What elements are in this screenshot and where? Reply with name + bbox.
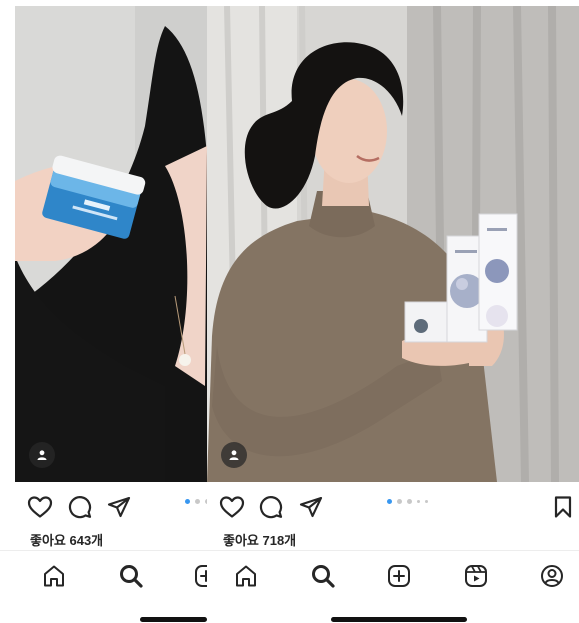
comment-button[interactable] [65, 492, 95, 522]
reels-icon [465, 565, 487, 587]
home-icon [44, 565, 64, 587]
like-button[interactable] [217, 492, 247, 522]
person-tag-icon [229, 450, 239, 460]
carousel-dot [185, 499, 190, 504]
post-left: 좋아요 643개 [0, 0, 207, 623]
carousel-dot [387, 499, 392, 504]
heart-icon [27, 496, 53, 518]
send-icon [299, 496, 323, 518]
nav-home[interactable] [231, 561, 261, 591]
post-photo[interactable] [207, 6, 579, 482]
nav-profile[interactable] [537, 561, 567, 591]
carousel-dot [397, 499, 402, 504]
bottom-nav [0, 550, 207, 601]
send-icon [107, 496, 131, 518]
home-indicator [140, 617, 207, 622]
like-count[interactable]: 좋아요 643개 [30, 530, 103, 549]
save-button[interactable] [548, 492, 578, 522]
tagged-people-button[interactable] [29, 442, 55, 468]
search-icon [312, 565, 335, 588]
post-right: 좋아요 718개 [207, 0, 579, 623]
tagged-people-button[interactable] [221, 442, 247, 468]
nav-reels[interactable] [461, 561, 491, 591]
like-button[interactable] [25, 492, 55, 522]
bottom-nav [207, 550, 579, 601]
search-icon [120, 565, 143, 588]
carousel-dot [195, 499, 200, 504]
new-post-icon [195, 565, 207, 587]
home-indicator [331, 617, 467, 622]
share-button[interactable] [296, 492, 326, 522]
bookmark-icon [554, 496, 572, 518]
nav-home[interactable] [39, 561, 69, 591]
comment-icon [259, 496, 283, 519]
profile-icon [541, 565, 563, 587]
nav-search[interactable] [308, 561, 338, 591]
heart-icon [219, 496, 245, 518]
post-photo[interactable] [15, 6, 207, 482]
share-button[interactable] [104, 492, 134, 522]
carousel-dot [425, 500, 428, 503]
carousel-dot [417, 500, 420, 503]
home-icon [236, 565, 256, 587]
person-tag-icon [37, 450, 47, 460]
carousel-dot [407, 499, 412, 504]
comment-icon [68, 496, 92, 519]
post-actions [0, 492, 207, 522]
nav-search[interactable] [116, 561, 146, 591]
comment-button[interactable] [256, 492, 286, 522]
like-count[interactable]: 좋아요 718개 [223, 530, 296, 549]
new-post-icon [388, 565, 410, 587]
carousel-indicator [185, 499, 207, 504]
post-actions [207, 492, 579, 522]
nav-new-post[interactable] [191, 561, 207, 591]
nav-new-post[interactable] [384, 561, 414, 591]
carousel-indicator [387, 499, 428, 504]
